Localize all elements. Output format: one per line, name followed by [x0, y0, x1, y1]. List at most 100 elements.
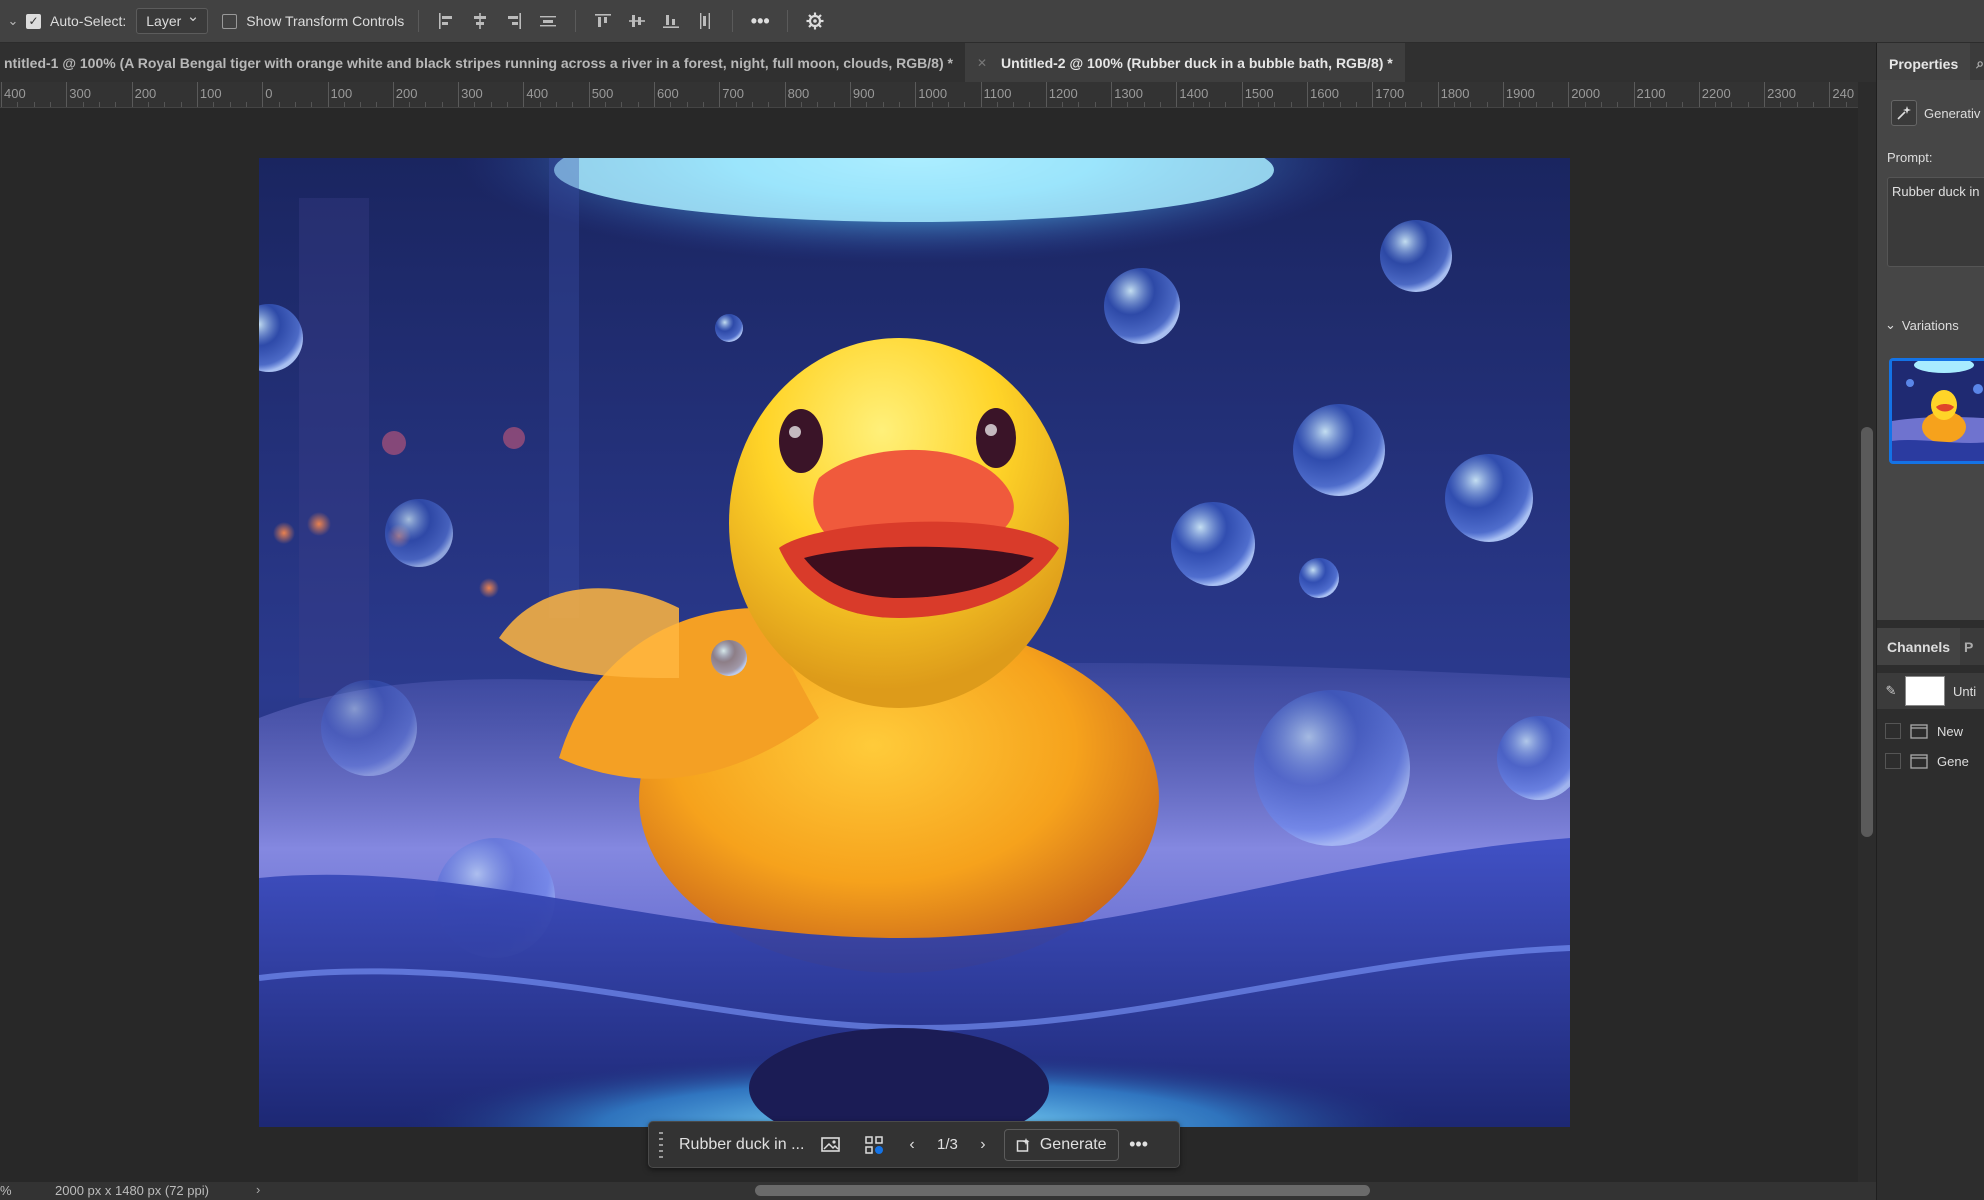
ruler-tick-label: 1400 — [1176, 82, 1209, 107]
ruler-minor-tick — [409, 102, 411, 107]
ruler-minor-tick — [539, 102, 541, 107]
close-icon[interactable]: ✕ — [977, 56, 987, 70]
variation-counter: 1/3 — [937, 1136, 958, 1153]
canvas-area[interactable] — [0, 108, 1858, 1182]
right-panel-dock: Properties ⌕ Generativ Prompt: Rubber du… — [1876, 43, 1984, 1200]
auto-select-target-dropdown[interactable]: Layer — [136, 5, 209, 34]
align-left-icon[interactable] — [429, 7, 463, 35]
align-bottom-icon[interactable] — [654, 7, 688, 35]
document-image[interactable] — [259, 158, 1570, 1127]
ruler-tick-label: 1500 — [1241, 82, 1274, 107]
drag-handle-icon[interactable] — [653, 1130, 669, 1160]
ruler-minor-tick — [49, 102, 51, 107]
previous-variation-button[interactable]: ‹ — [897, 1127, 927, 1163]
ruler-tick-label: 1600 — [1307, 82, 1339, 107]
ruler-minor-tick — [213, 102, 215, 107]
tool-preset-chevron-icon[interactable]: ⌄ — [0, 13, 26, 29]
ruler-minor-tick — [1486, 102, 1488, 107]
settings-gear-icon[interactable] — [798, 7, 832, 35]
ruler-minor-tick — [360, 102, 362, 107]
folder-icon — [1909, 723, 1929, 740]
more-icon[interactable]: ••• — [743, 7, 777, 35]
ruler-minor-tick — [441, 102, 443, 107]
ruler-minor-tick — [98, 102, 100, 107]
layer-thumbnail — [1905, 676, 1945, 706]
next-variation-button[interactable]: › — [968, 1127, 998, 1163]
ruler-minor-tick — [82, 102, 84, 107]
ruler-minor-tick — [670, 102, 672, 107]
rubber-duck-image — [259, 158, 1570, 1127]
folder-icon — [1909, 753, 1929, 770]
prompt-textarea[interactable]: Rubber duck in — [1887, 177, 1984, 267]
vertical-scroll-thumb[interactable] — [1861, 427, 1873, 837]
ruler-minor-tick — [490, 102, 492, 107]
ruler-tick-label: 300 — [66, 82, 91, 107]
tab-channels[interactable]: Channels — [1877, 628, 1961, 665]
ruler-minor-tick — [278, 102, 280, 107]
show-transform-label: Show Transform Controls — [246, 13, 405, 29]
ruler-minor-tick — [996, 102, 998, 107]
tab-paths[interactable]: P — [1960, 628, 1977, 665]
ruler-tick-label: 200 — [392, 82, 418, 107]
distribute-v-icon[interactable] — [688, 7, 722, 35]
ruler-minor-tick — [1845, 102, 1847, 107]
ruler-minor-tick — [1192, 102, 1194, 107]
visibility-toggle[interactable] — [1885, 753, 1901, 769]
tab-adjustments-icon[interactable]: ⌕ — [1970, 43, 1984, 80]
ruler-tick-label: 1900 — [1502, 82, 1535, 107]
ruler-minor-tick — [1780, 102, 1782, 107]
tab-untitled-2[interactable]: ✕ Untitled-2 @ 100% (Rubber duck in a bu… — [964, 43, 1405, 82]
variation-thumbnail[interactable] — [1889, 358, 1984, 464]
generate-button[interactable]: Generate — [1003, 1128, 1119, 1161]
align-top-icon[interactable] — [586, 7, 620, 35]
chevron-down-icon: ⌄ — [1885, 317, 1896, 332]
vertical-scrollbar[interactable] — [1858, 82, 1876, 1182]
ruler-minor-tick — [1355, 102, 1357, 107]
ruler-tick-label: 700 — [719, 82, 744, 107]
zoom-level[interactable]: % — [0, 1183, 12, 1198]
tab-untitled-1[interactable]: ntitled-1 @ 100% (A Royal Bengal tiger w… — [0, 43, 965, 82]
divider — [787, 10, 789, 32]
feedback-grid-icon[interactable] — [853, 1127, 897, 1163]
ruler-minor-tick — [1290, 102, 1292, 107]
align-right-icon[interactable] — [497, 7, 531, 35]
auto-select-checkbox[interactable] — [26, 13, 41, 29]
ruler-minor-tick — [637, 102, 639, 107]
ruler-minor-tick — [817, 102, 819, 107]
variations-header[interactable]: ⌄ Variations — [1885, 317, 1959, 333]
channels-panel: Channels P ✎ Unti New Gene — [1877, 628, 1984, 1200]
photoshop-window: ⌄ Auto-Select: Layer Show Transform Cont… — [0, 0, 1984, 1200]
ruler-minor-tick — [1258, 102, 1260, 107]
status-menu-chevron-icon[interactable]: › — [256, 1182, 260, 1197]
horizontal-ruler[interactable]: 400 300 200 100 0 100 200 300 400 500 600 700 800 900… — [0, 82, 1858, 108]
distribute-h-icon[interactable] — [531, 7, 565, 35]
ruler-minor-tick — [1209, 102, 1211, 107]
ruler-tick-label: 900 — [849, 82, 875, 107]
ruler-minor-tick — [964, 102, 966, 107]
visibility-toggle[interactable] — [1885, 723, 1901, 739]
image-options-icon[interactable] — [809, 1127, 853, 1163]
ruler-minor-tick — [931, 102, 933, 107]
ruler-minor-tick — [343, 102, 345, 107]
ruler-minor-tick — [882, 102, 884, 107]
ruler-minor-tick — [245, 102, 247, 107]
align-middle-v-icon[interactable] — [620, 7, 654, 35]
horizontal-scroll-thumb[interactable] — [755, 1185, 1370, 1196]
ruler-minor-tick — [1796, 102, 1798, 107]
show-transform-checkbox[interactable] — [222, 13, 238, 29]
ruler-minor-tick — [1013, 102, 1015, 107]
more-options-icon[interactable]: ••• — [1119, 1134, 1159, 1155]
generate-label: Generate — [1039, 1135, 1107, 1153]
ruler-minor-tick — [1029, 102, 1031, 107]
ruler-minor-tick — [1094, 102, 1096, 107]
ruler-tick-label: 2100 — [1633, 82, 1666, 107]
layer-row[interactable]: New — [1877, 716, 1984, 746]
brush-icon[interactable]: ✎ — [1877, 683, 1905, 699]
tab-properties[interactable]: Properties — [1877, 43, 1971, 80]
ruler-minor-tick — [180, 102, 182, 107]
align-center-h-icon[interactable] — [463, 7, 497, 35]
prompt-text-field[interactable]: Rubber duck in ... — [669, 1136, 809, 1154]
layer-name: Gene — [1937, 753, 1969, 769]
layer-row[interactable]: ✎ Unti — [1877, 673, 1984, 709]
layer-row[interactable]: Gene — [1877, 746, 1984, 776]
